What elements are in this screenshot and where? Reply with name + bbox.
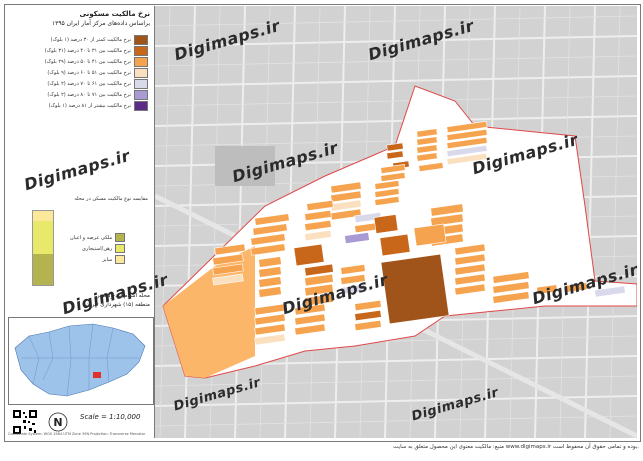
- legend-label: نرخ مالکیت بیشتر از ۸۱ درصد (۱ بلوک): [48, 102, 131, 109]
- map-svg: [155, 6, 637, 438]
- chart-legend-label: سایر: [102, 256, 113, 263]
- north-arrow-icon: N: [48, 412, 68, 432]
- legend-swatch: [134, 56, 148, 67]
- legend-label: نرخ مالکیت بین ۶۱ تا ۷۰ درصد (۲ بلوک): [47, 80, 131, 87]
- bar-segment-1: [33, 220, 53, 254]
- chart-legend-swatch: [115, 255, 126, 264]
- building-block: [413, 223, 447, 247]
- legend-swatch: [134, 89, 148, 100]
- stacked-bar: [32, 210, 54, 286]
- building-block: [379, 233, 411, 257]
- chart-legend-label: ملکی عرصه و اعیان: [70, 234, 113, 241]
- chart-legend: ملکی عرصه و اعیان رهن/استیجاری سایر: [70, 232, 126, 265]
- legend-label: نرخ مالکیت بین ۳۱ تا ۴۰ درصد (۳۱ بلوک): [44, 47, 131, 54]
- ownership-chart: مقایسه نوع مالکیت مسکن در محله ملکی عرصه…: [6, 196, 152, 292]
- chart-title: مقایسه نوع مالکیت مسکن در محله: [74, 196, 148, 202]
- credit-text: Coordinate System: WGS 1984 UTM Zone 39N…: [8, 432, 146, 436]
- svg-text:N: N: [53, 416, 62, 429]
- chart-legend-swatch: [115, 244, 126, 253]
- location-marker: [93, 372, 101, 378]
- legend-item: نرخ مالکیت بین ۳۱ تا ۴۰ درصد (۳۱ بلوک): [6, 45, 148, 56]
- legend-item: نرخ مالکیت بیشتر از ۸۱ درصد (۱ بلوک): [6, 100, 148, 111]
- title-block: نرخ مالکیت مسکونی براساس داده‌های مرکز آ…: [6, 6, 154, 34]
- legend-item: نرخ مالکیت بین ۶۱ تا ۷۰ درصد (۲ بلوک): [6, 78, 148, 89]
- legend-label: نرخ مالکیت بین ۷۱ تا ۸۰ درصد (۲ بلوک): [47, 91, 131, 98]
- chart-legend-item: سایر: [70, 254, 126, 265]
- inset-map: [8, 317, 154, 405]
- legend-label: نرخ مالکیت کمتر از ۳۰ درصد (۱ بلوک): [50, 36, 131, 43]
- legend-item: نرخ مالکیت بین ۵۱ تا ۶۰ درصد (۹ بلوک): [6, 67, 148, 78]
- legend-swatch: [134, 78, 148, 89]
- chart-legend-item: رهن/استیجاری: [70, 243, 126, 254]
- legend-item: نرخ مالکیت کمتر از ۳۰ درصد (۱ بلوک): [6, 34, 148, 45]
- legend-item: نرخ مالکیت بین ۴۱ تا ۵۰ درصد (۲۹ بلوک): [6, 56, 148, 67]
- bar-segment-2: [33, 211, 53, 221]
- footer-note: منبع: مالکیت معنوی این محصول متعلق به سا…: [393, 444, 639, 450]
- map-subtitle: براساس داده‌های مرکز آمار ایران ۱۳۹۵: [51, 20, 150, 27]
- legend-swatch: [134, 100, 148, 111]
- legend-label: نرخ مالکیت بین ۵۱ تا ۶۰ درصد (۹ بلوک): [47, 69, 131, 76]
- chart-legend-item: ملکی عرصه و اعیان: [70, 232, 126, 243]
- map-canvas: [155, 6, 637, 438]
- chart-legend-label: رهن/استیجاری: [81, 245, 113, 252]
- legend-swatch: [134, 45, 148, 56]
- map-title: نرخ مالکیت مسکونی: [79, 10, 150, 18]
- legend-swatch: [134, 34, 148, 45]
- building-block: [380, 253, 450, 325]
- legend-item: نرخ مالکیت بین ۷۱ تا ۸۰ درصد (۲ بلوک): [6, 89, 148, 100]
- legend-swatch: [134, 67, 148, 78]
- building-block: [293, 243, 325, 267]
- bar-segment-0: [33, 253, 53, 285]
- chart-legend-swatch: [115, 233, 126, 242]
- legend-label: نرخ مالکیت بین ۴۱ تا ۵۰ درصد (۲۹ بلوک): [44, 58, 131, 65]
- legend: نرخ مالکیت کمتر از ۳۰ درصد (۱ بلوک) نرخ …: [6, 34, 152, 111]
- building-block: [373, 214, 399, 234]
- scale-text: Scale = 1:10,000: [80, 413, 141, 421]
- tehran-inset: [14, 323, 146, 397]
